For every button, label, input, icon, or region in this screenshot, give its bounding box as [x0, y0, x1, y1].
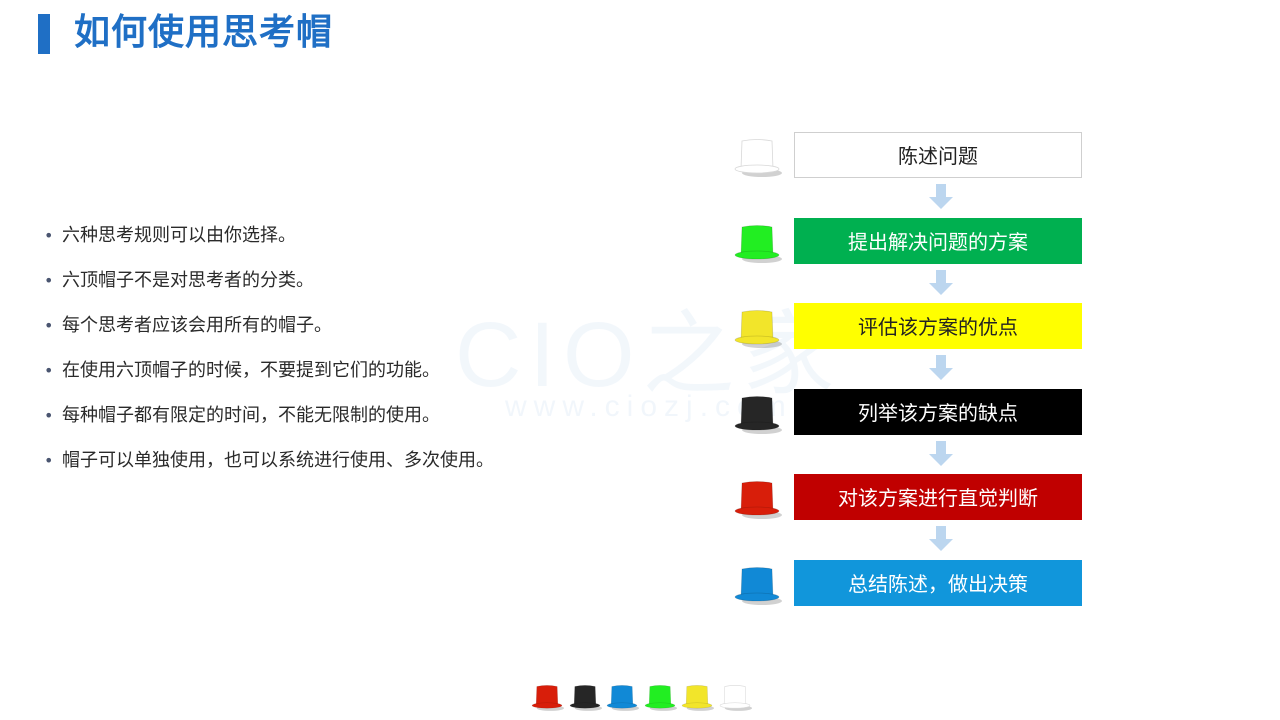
down-arrow-icon — [929, 441, 953, 466]
list-item: 在使用六顶帽子的时候，不要提到它们的功能。 — [44, 351, 494, 396]
rules-list: 六种思考规则可以由你选择。 六顶帽子不是对思考者的分类。 每个思考者应该会用所有… — [44, 216, 494, 486]
flow-step: 陈述问题 — [794, 132, 1082, 178]
flow-step: 总结陈述，做出决策 — [794, 560, 1082, 606]
flow-step: 提出解决问题的方案 — [794, 218, 1082, 264]
red-hat-icon — [531, 685, 564, 711]
flow-step: 列举该方案的缺点 — [794, 389, 1082, 435]
yellow-hat-icon — [681, 685, 714, 711]
green-hat-icon — [644, 685, 677, 711]
blue-hat-icon — [606, 685, 639, 711]
list-item: 每个思考者应该会用所有的帽子。 — [44, 306, 494, 351]
down-arrow-icon — [929, 270, 953, 295]
list-item: 每种帽子都有限定的时间，不能无限制的使用。 — [44, 396, 494, 441]
list-item: 六顶帽子不是对思考者的分类。 — [44, 261, 494, 306]
black-hat-icon — [734, 396, 782, 434]
list-item: 帽子可以单独使用，也可以系统进行使用、多次使用。 — [44, 441, 494, 486]
title-accent-bar — [38, 14, 50, 54]
green-hat-icon — [734, 225, 782, 263]
black-hat-icon — [569, 685, 602, 711]
down-arrow-icon — [929, 184, 953, 209]
yellow-hat-icon — [734, 310, 782, 348]
white-hat-icon — [734, 139, 782, 177]
white-hat-icon — [719, 685, 752, 711]
list-item: 六种思考规则可以由你选择。 — [44, 216, 494, 261]
flow-step: 评估该方案的优点 — [794, 303, 1082, 349]
flow-step: 对该方案进行直觉判断 — [794, 474, 1082, 520]
down-arrow-icon — [929, 355, 953, 380]
page-title: 如何使用思考帽 — [74, 12, 334, 53]
red-hat-icon — [734, 481, 782, 519]
down-arrow-icon — [929, 526, 953, 551]
blue-hat-icon — [734, 567, 782, 605]
